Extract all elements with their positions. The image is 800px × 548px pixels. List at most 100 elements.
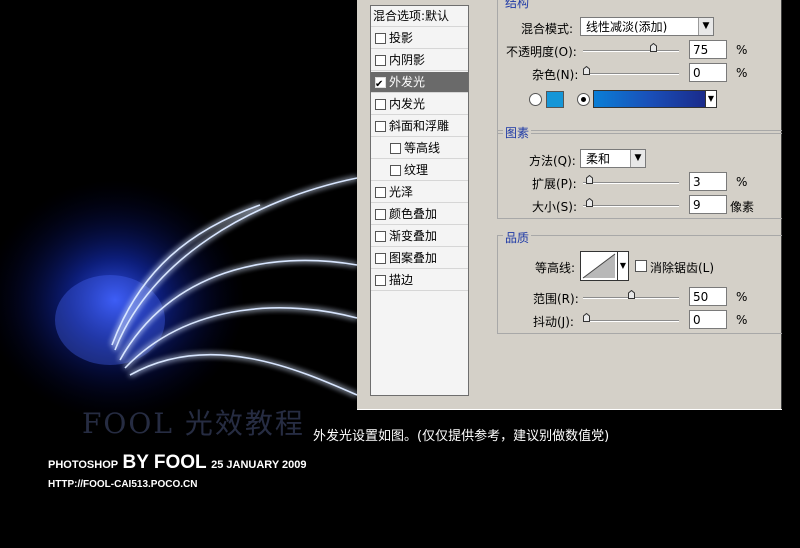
- style-item-label: 纹理: [404, 163, 429, 177]
- style-checkbox[interactable]: [390, 143, 401, 154]
- jitter-input[interactable]: 0: [689, 310, 727, 329]
- style-checkbox[interactable]: [375, 33, 386, 44]
- style-checkbox[interactable]: [375, 99, 386, 110]
- spread-label: 扩展(P):: [532, 177, 577, 191]
- range-label: 范围(R):: [533, 292, 579, 306]
- credit-date: 25 JANUARY 2009: [211, 459, 307, 471]
- noise-unit: %: [736, 66, 748, 80]
- styles-list[interactable]: 混合选项:默认 投影内阴影 ✔ 外发光内发光斜面和浮雕等高线纹理光泽颜色叠加渐变叠加…: [370, 5, 469, 396]
- size-unit: 像素: [730, 200, 755, 214]
- elements-title: 图素: [503, 124, 532, 141]
- slider-knob-icon[interactable]: [583, 313, 590, 322]
- jitter-unit: %: [736, 313, 748, 327]
- checkmark-icon: ✔: [375, 79, 384, 90]
- watermark: FOOL 光效教程: [82, 407, 305, 440]
- slider-knob-icon[interactable]: [586, 198, 594, 207]
- caption: 外发光设置如图。(仅仅提供参考，建议别做数值党): [313, 429, 610, 444]
- style-item[interactable]: 投影: [371, 28, 468, 49]
- style-item[interactable]: 描边: [371, 270, 468, 291]
- technique-value: 柔和: [586, 152, 611, 166]
- blend-mode-select[interactable]: 线性减淡(添加) ▼: [580, 17, 714, 36]
- credit-author: BY FOOL: [122, 452, 207, 473]
- range-slider[interactable]: [583, 290, 679, 302]
- style-item-label: 光泽: [389, 185, 414, 199]
- blending-options-item[interactable]: 混合选项:默认: [371, 6, 468, 27]
- technique-select[interactable]: 柔和 ▼: [580, 149, 646, 168]
- opacity-label: 不透明度(O):: [506, 45, 577, 59]
- chevron-down-icon[interactable]: ▼: [630, 150, 645, 167]
- range-unit: %: [736, 290, 748, 304]
- style-item-label: 斜面和浮雕: [389, 119, 450, 133]
- slider-knob-icon[interactable]: [627, 290, 635, 299]
- gradient-picker[interactable]: [593, 90, 707, 108]
- style-checkbox[interactable]: ✔: [375, 77, 386, 90]
- style-item-label: 图案叠加: [389, 251, 438, 265]
- style-item-label: 内发光: [389, 97, 426, 111]
- slider-knob-icon[interactable]: [585, 175, 593, 184]
- style-checkbox[interactable]: [375, 55, 386, 66]
- style-checkbox[interactable]: [375, 253, 386, 264]
- technique-label: 方法(Q):: [529, 154, 576, 168]
- credit-url: HTTP://FOOL-CAI513.POCO.CN: [48, 479, 198, 490]
- style-item[interactable]: 纹理: [371, 160, 468, 181]
- opacity-unit: %: [736, 43, 748, 57]
- contour-picker[interactable]: [580, 251, 618, 281]
- size-label: 大小(S):: [532, 200, 578, 214]
- outer-glow-panel: 结构 混合模式: 线性减淡(添加) ▼ 不透明度(O): 75 % 杂色(N):…: [487, 0, 782, 400]
- anti-alias-label: 消除锯齿(L): [650, 261, 715, 275]
- style-item-label: 外发光: [389, 75, 426, 89]
- style-item[interactable]: 内发光: [371, 94, 468, 115]
- jitter-label: 抖动(J):: [533, 315, 574, 329]
- blend-mode-label: 混合模式:: [521, 22, 574, 36]
- style-item[interactable]: 图案叠加: [371, 248, 468, 269]
- gradient-radio[interactable]: [577, 93, 590, 106]
- contour-dropdown-icon[interactable]: ▼: [617, 251, 629, 281]
- chevron-down-icon[interactable]: ▼: [698, 18, 713, 35]
- style-checkbox[interactable]: [390, 165, 401, 176]
- range-input[interactable]: 50: [689, 287, 727, 306]
- size-input[interactable]: 9: [689, 195, 727, 214]
- slider-knob-icon[interactable]: [583, 66, 590, 75]
- noise-label: 杂色(N):: [532, 68, 579, 82]
- spread-slider[interactable]: [583, 175, 679, 187]
- opacity-slider[interactable]: [583, 43, 679, 55]
- quality-title: 品质: [503, 229, 532, 246]
- slider-knob-icon[interactable]: [649, 43, 657, 52]
- style-item-label: 投影: [389, 31, 414, 45]
- credit-line: PHOTOSHOP BY FOOL 25 JANUARY 2009: [48, 452, 307, 474]
- structure-title: 结构: [503, 0, 532, 11]
- style-item[interactable]: ✔ 外发光: [371, 72, 468, 93]
- color-radio[interactable]: [529, 93, 542, 106]
- anti-alias-checkbox[interactable]: [635, 260, 647, 272]
- style-checkbox[interactable]: [375, 231, 386, 242]
- gradient-dropdown-icon[interactable]: ▼: [705, 90, 717, 108]
- style-item[interactable]: 光泽: [371, 182, 468, 203]
- style-item-label: 颜色叠加: [389, 207, 438, 221]
- spread-input[interactable]: 3: [689, 172, 727, 191]
- style-checkbox[interactable]: [375, 187, 386, 198]
- style-item-label: 渐变叠加: [389, 229, 438, 243]
- style-item[interactable]: 颜色叠加: [371, 204, 468, 225]
- contour-label: 等高线:: [535, 261, 576, 275]
- contour-curve-icon: [582, 253, 616, 279]
- jitter-slider[interactable]: [583, 313, 679, 325]
- style-item[interactable]: 内阴影: [371, 50, 468, 71]
- opacity-input[interactable]: 75: [689, 40, 727, 59]
- style-item[interactable]: 等高线: [371, 138, 468, 159]
- noise-slider[interactable]: [583, 66, 679, 78]
- style-item[interactable]: 斜面和浮雕: [371, 116, 468, 137]
- color-swatch[interactable]: [546, 91, 564, 108]
- style-item-label: 内阴影: [389, 53, 426, 67]
- style-item-label: 描边: [389, 273, 414, 287]
- style-item[interactable]: 渐变叠加: [371, 226, 468, 247]
- layer-style-dialog: 混合选项:默认 投影内阴影 ✔ 外发光内发光斜面和浮雕等高线纹理光泽颜色叠加渐变叠加…: [357, 0, 782, 410]
- blend-mode-value: 线性减淡(添加): [586, 20, 668, 34]
- credit-prefix: PHOTOSHOP: [48, 459, 119, 471]
- style-item-label: 等高线: [404, 141, 441, 155]
- spread-unit: %: [736, 175, 748, 189]
- style-checkbox[interactable]: [375, 209, 386, 220]
- size-slider[interactable]: [583, 198, 679, 210]
- noise-input[interactable]: 0: [689, 63, 727, 82]
- style-checkbox[interactable]: [375, 275, 386, 286]
- style-checkbox[interactable]: [375, 121, 386, 132]
